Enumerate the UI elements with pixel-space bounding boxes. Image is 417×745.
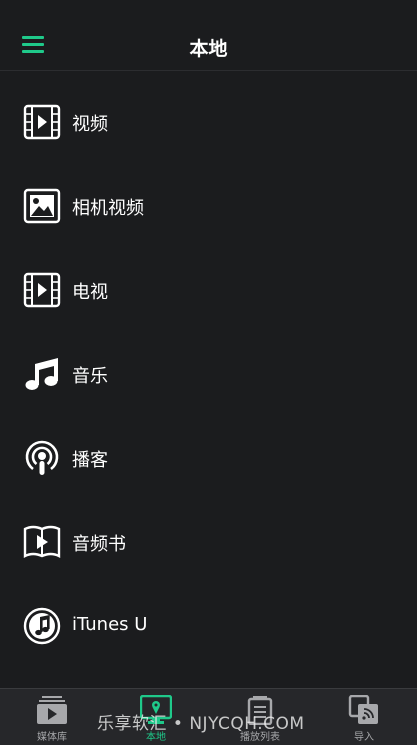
- video-icon: [23, 104, 61, 140]
- list-item-label: 电视: [72, 282, 108, 303]
- list-item-itunes-u[interactable]: iTunes U: [0, 584, 417, 668]
- list-item-camera-video[interactable]: 相机视频: [0, 164, 417, 248]
- list-item-label: 播客: [72, 450, 108, 471]
- media-library-icon: [37, 696, 67, 724]
- list-item-podcast[interactable]: 播客: [0, 416, 417, 500]
- list-item-music[interactable]: 音乐: [0, 332, 417, 416]
- list-item-label: 相机视频: [72, 198, 144, 219]
- list-item-label: 音乐: [72, 366, 108, 387]
- tv-icon: [23, 272, 61, 308]
- podcast-icon: [25, 440, 59, 475]
- list-item-audiobook[interactable]: 音频书: [0, 500, 417, 584]
- list-item-tv[interactable]: 电视: [0, 248, 417, 332]
- import-icon: [348, 695, 378, 724]
- tab-media-library[interactable]: 媒体库: [12, 689, 92, 745]
- local-media-list: 视频 相机视频 电视 音乐 播客 音频书 iTunes U: [0, 80, 417, 668]
- photo-icon: [23, 188, 61, 224]
- tab-import[interactable]: 导入: [324, 689, 404, 745]
- watermark-text: 乐享软汇 • NJYCQH.COM: [97, 714, 305, 734]
- tab-label: 媒体库: [37, 732, 67, 743]
- list-item-label: 视频: [72, 114, 108, 135]
- tab-label: 导入: [354, 732, 374, 743]
- audiobook-icon: [23, 525, 61, 558]
- list-item-label: 音频书: [72, 534, 126, 555]
- itunes-u-icon: [23, 607, 61, 645]
- list-item-video[interactable]: 视频: [0, 80, 417, 164]
- music-note-icon: [25, 358, 58, 390]
- list-item-label: iTunes U: [72, 614, 148, 635]
- header-bar: 本地: [0, 0, 417, 71]
- page-title: 本地: [189, 38, 228, 60]
